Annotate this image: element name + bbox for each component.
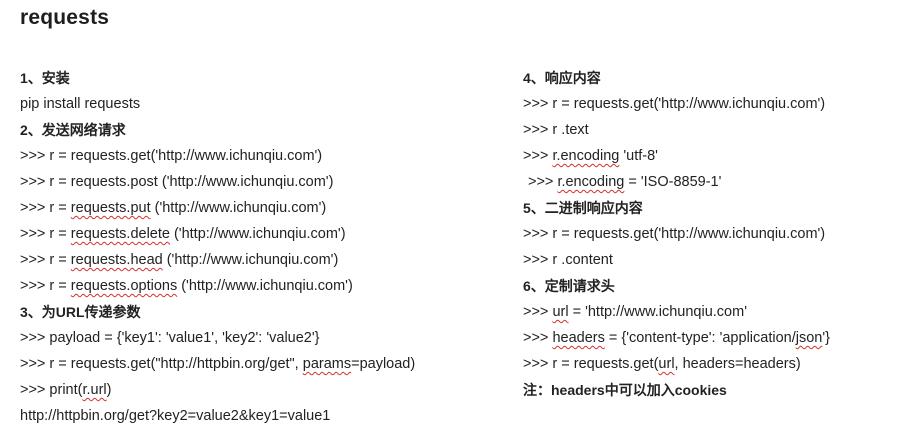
code-line: >>> url = 'http://www.ichunqiu.com'	[523, 299, 830, 325]
code-text: >>> r .text	[523, 122, 589, 138]
code-line: >>> r = requests.get('http://www.ichunqi…	[523, 221, 830, 247]
code-text: 'utf-8'	[619, 148, 658, 164]
spellcheck-underlined-text: r.encoding	[552, 148, 620, 164]
code-line: >>> headers = {'content-type': 'applicat…	[523, 325, 830, 351]
spellcheck-underlined-text: requests.head	[70, 252, 163, 268]
section-heading: 注：headers中可以加入cookies	[523, 382, 727, 398]
code-line: >>> print(r.url)	[20, 377, 415, 403]
section-heading: 1、安装	[20, 70, 70, 86]
code-text: >>> print(	[20, 382, 83, 398]
code-line: >>> r .content	[523, 247, 830, 273]
code-text: >>>	[523, 330, 553, 346]
code-text: ('http://www.ichunqiu.com')	[162, 252, 339, 268]
code-text: >>> r =	[20, 252, 71, 268]
code-text: >>>	[528, 174, 558, 190]
code-line: >>> payload = {'key1': 'value1', 'key2':…	[20, 325, 415, 351]
code-line: >>> r.encoding = 'ISO-8859-1'	[523, 169, 830, 195]
code-line: >>> r = requests.post ('http://www.ichun…	[20, 169, 415, 195]
section-heading: 4、响应内容	[523, 70, 601, 86]
code-text: )	[106, 382, 112, 398]
code-text: ('http://www.ichunqiu.com')	[169, 226, 346, 242]
code-line: >>> r .text	[523, 117, 830, 143]
code-line: >>> r = requests.get('http://www.ichunqi…	[20, 143, 415, 169]
spellcheck-underlined-text: url	[552, 304, 569, 320]
section-heading: 3、为URL传递参数	[20, 304, 141, 320]
code-text: >>> r =	[20, 278, 71, 294]
code-text: = 'http://www.ichunqiu.com'	[568, 304, 747, 320]
spellcheck-underlined-text: r.encoding	[557, 174, 625, 190]
code-line: >>> r = requests.delete ('http://www.ich…	[20, 221, 415, 247]
code-text: , headers=headers)	[674, 356, 801, 372]
code-text: >>> r =	[20, 226, 71, 242]
spellcheck-underlined-text: headers	[552, 330, 605, 346]
spellcheck-underlined-text: r.url	[82, 382, 107, 398]
code-text: =payload)	[351, 356, 416, 372]
section-heading: 5、二进制响应内容	[523, 200, 643, 216]
spellcheck-underlined-text: requests.delete	[70, 226, 170, 242]
section-heading: 6、定制请求头	[523, 278, 615, 294]
code-text: '}	[822, 330, 830, 346]
code-text: >>> r = requests.get('http://www.ichunqi…	[20, 148, 323, 164]
code-text: >>> r = requests.get('http://www.ichunqi…	[523, 96, 826, 112]
code-text: ('http://www.ichunqiu.com')	[150, 200, 327, 216]
code-line: http://httpbin.org/get?key2=value2&key1=…	[20, 403, 415, 429]
code-line: >>> r = requests.get("http://httpbin.org…	[20, 351, 415, 377]
code-text: http://httpbin.org/get?key2=value2&key1=…	[20, 408, 331, 424]
code-text: >>> r = requests.get('http://www.ichunqi…	[523, 226, 826, 242]
page-title: requests	[20, 6, 110, 29]
code-text: pip install requests	[20, 96, 141, 112]
code-text: >>> r = requests.get("http://httpbin.org…	[20, 356, 303, 372]
code-text: >>> r =	[20, 200, 71, 216]
code-line: >>> r = requests.get('http://www.ichunqi…	[523, 91, 830, 117]
code-text: >>> r = requests.post ('http://www.ichun…	[20, 174, 334, 190]
code-text: >>> r = requests.get(	[523, 356, 659, 372]
spellcheck-underlined-text: requests.options	[70, 278, 178, 294]
code-line: >>> r = requests.options ('http://www.ic…	[20, 273, 415, 299]
code-line: >>> r.encoding 'utf-8'	[523, 143, 830, 169]
right-column: 4、响应内容 >>> r = requests.get('http://www.i…	[523, 65, 830, 403]
code-text: = {'content-type': 'application/	[604, 330, 796, 346]
code-text: = 'ISO-8859-1'	[624, 174, 722, 190]
code-text: >>> r .content	[523, 252, 613, 268]
code-line: >>> r = requests.put ('http://www.ichunq…	[20, 195, 415, 221]
section-heading: 2、发送网络请求	[20, 122, 126, 138]
code-line: pip install requests	[20, 91, 415, 117]
code-line: >>> r = requests.head ('http://www.ichun…	[20, 247, 415, 273]
spellcheck-underlined-text: json	[795, 330, 823, 346]
left-column: 1、安装 pip install requests 2、发送网络请求 >>> r = …	[20, 65, 415, 429]
code-text: >>>	[523, 304, 553, 320]
code-text: ('http://www.ichunqiu.com')	[177, 278, 353, 294]
spellcheck-underlined-text: url	[658, 356, 675, 372]
spellcheck-underlined-text: requests.put	[70, 200, 151, 216]
code-line: >>> r = requests.get(url, headers=header…	[523, 351, 830, 377]
code-text: >>> payload = {'key1': 'value1', 'key2':…	[20, 330, 320, 346]
spellcheck-underlined-text: params	[302, 356, 352, 372]
code-text: >>>	[523, 148, 553, 164]
